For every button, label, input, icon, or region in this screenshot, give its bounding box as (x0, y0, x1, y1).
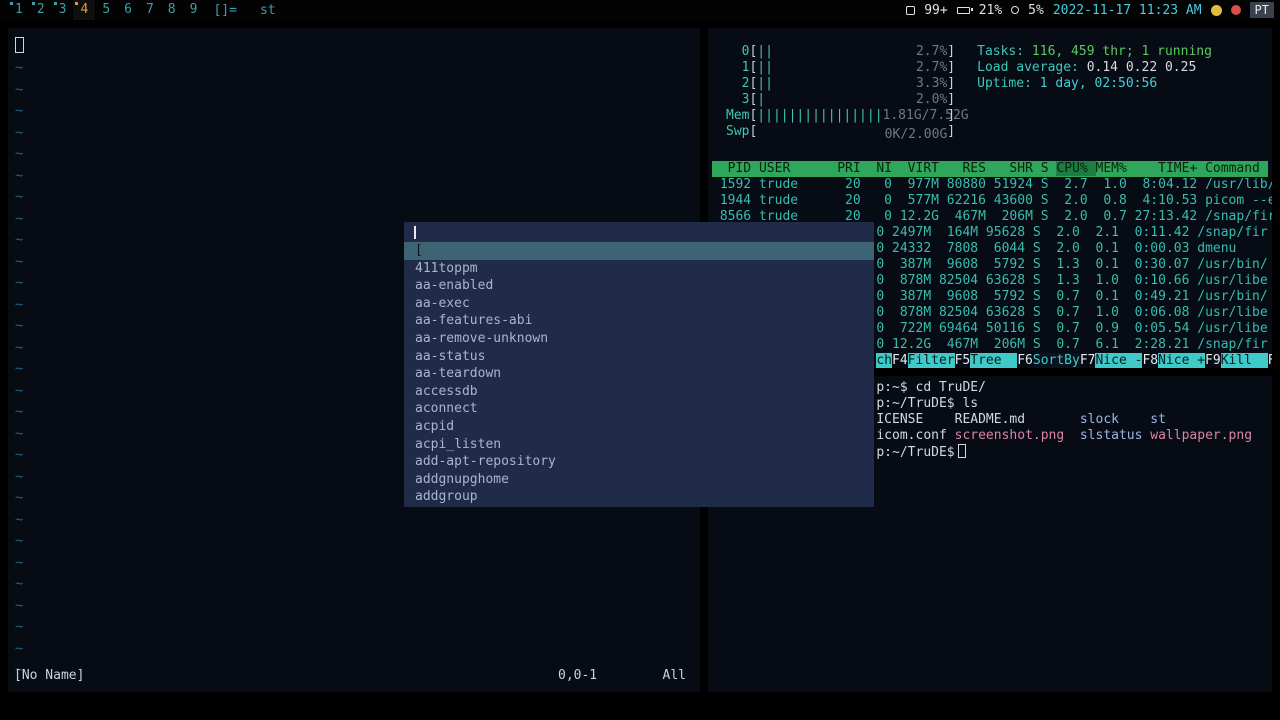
dmenu-launcher[interactable]: [ 411toppm aa-enabled aa-exec aa-feature… (404, 222, 874, 507)
dmenu-item[interactable]: aa-exec (404, 295, 874, 313)
dmenu-item[interactable]: add-apt-repository (404, 453, 874, 471)
vim-empty-buffer-tildes: ~ ~ ~ ~ ~ ~ ~ ~ ~ ~ ~ ~ ~ ~ ~ ~ ~ ~ ~ ~ … (15, 60, 24, 678)
shell-command-line: p:~$ cd TruDE/ (876, 380, 986, 395)
status-bar: 1 2 3 4 5 6 7 8 9 []= st 99+ 21% 5% 2022… (0, 0, 1280, 20)
tag-6[interactable]: 6 (117, 0, 139, 20)
gauge-icon (1011, 6, 1020, 14)
recording-icon[interactable] (1230, 5, 1241, 15)
shell-command-line: p:~/TruDE$ ls (876, 396, 979, 411)
clock: 2022-11-17 11:23 AM (1052, 2, 1202, 18)
fkey-search-fragment[interactable]: ch (876, 353, 892, 368)
focused-window-title: st (259, 2, 276, 18)
sort-column-cpu[interactable]: CPU% (1056, 161, 1096, 176)
process-row[interactable]: 0 387M 9608 5792 S 0.7 0.1 0:49.21 /usr/… (876, 289, 1268, 305)
fkey-tree[interactable]: Tree (970, 353, 1018, 368)
process-row[interactable]: 0 878M 82504 63628 S 1.3 1.0 0:10.66 /us… (876, 273, 1268, 289)
tag-7[interactable]: 7 (139, 0, 161, 20)
dmenu-item[interactable]: aconnect (404, 400, 874, 418)
htop-function-key-bar: ch F4 Filter F5 Tree F6 SortBy F7 Nice - F8 N… (876, 353, 1272, 368)
process-row[interactable]: 0 24332 7808 6044 S 2.0 0.1 0:00.03 dmen… (876, 241, 1268, 257)
tasks-line: Tasks: 116, 459 thr; 1 running (977, 44, 1212, 59)
dmenu-item[interactable]: addgroup (404, 488, 874, 506)
htop-summary: Tasks: 116, 459 thr; 1 running Load aver… (977, 44, 1212, 143)
htop-meters: 0[|| 2.7%] 1[|| 2.7%] 2[|| 3.3%] 3[| 2.0%] M… (712, 44, 1268, 143)
process-row[interactable]: 0 878M 82504 63628 S 0.7 1.0 0:06.08 /us… (876, 305, 1268, 321)
tag-4-active[interactable]: 4 (73, 0, 96, 20)
tag-5[interactable]: 5 (95, 0, 117, 20)
fkey-nice-plus[interactable]: Nice + (1158, 353, 1205, 368)
dmenu-item[interactable]: 411toppm (404, 260, 874, 278)
cpu-meter-2: 2[|| 3.3%] (741, 76, 956, 91)
swap-meter: Swp[0K/2.00G] (726, 124, 956, 142)
ls-output-line: ICENSE README.md slock st (876, 412, 1166, 427)
process-row[interactable]: 0 722M 69464 50116 S 0.7 0.9 0:05.54 /us… (876, 321, 1268, 337)
cpu-meter-3: 3[| 2.0%] (741, 92, 956, 107)
dmenu-item[interactable]: acpi_listen (404, 436, 874, 454)
tag-3[interactable]: 3 (52, 0, 74, 20)
load-average-line: Load average: 0.14 0.22 0.25 (977, 60, 1197, 75)
vim-statusline: [No Name] 0,0-1 All (8, 668, 700, 686)
vim-buffer-name: [No Name] (14, 668, 85, 683)
keyboard-layout-badge[interactable]: PT (1249, 2, 1274, 18)
process-row[interactable]: 0 12.2G 467M 206M S 0.7 6.1 2:28.21 /sna… (876, 337, 1268, 353)
dmenu-item[interactable]: aa-status (404, 348, 874, 366)
process-row[interactable]: 1944 trude 20 0 577M 62216 43600 S 2.0 0… (712, 193, 1272, 209)
dmenu-item[interactable]: aa-teardown (404, 365, 874, 383)
memory-meter: Mem[|||||||||||||||| 1.81G/7.52G] (726, 108, 969, 123)
volume-icon[interactable] (1210, 4, 1222, 16)
process-row[interactable]: 0 2497M 164M 95628 S 2.0 2.1 0:11.42 /sn… (876, 225, 1268, 241)
cpu-meter-0: 0[|| 2.7%] (741, 44, 956, 59)
process-row[interactable]: 1592 trude 20 0 977M 80880 51924 S 2.7 1… (712, 177, 1272, 193)
dmenu-item-selected[interactable]: [ (404, 242, 874, 260)
vim-cursor (15, 37, 24, 53)
process-row[interactable]: 0 387M 9608 5792 S 1.3 0.1 0:30.07 /usr/… (876, 257, 1268, 273)
tag-2[interactable]: 2 (30, 0, 52, 20)
tray-box-icon[interactable] (906, 5, 916, 15)
battery-icon (956, 6, 973, 14)
desktop: { "colors": { "accent_teal": "#3d9dae", … (0, 0, 1280, 720)
process-table-header[interactable]: PID USER PRI NI VIRT RES SHR S CPU% MEM%… (712, 161, 1268, 177)
tag-8[interactable]: 8 (161, 0, 183, 20)
usage-level: 5% (1028, 2, 1044, 18)
fkey-kill[interactable]: Kill (1220, 353, 1268, 368)
shell-prompt-line[interactable]: p:~/TruDE$ (876, 444, 1268, 461)
terminal-cursor (957, 444, 966, 458)
uptime-line: Uptime: 1 day, 02:50:56 (977, 76, 1158, 91)
vim-scroll-position: All (662, 668, 686, 683)
dmenu-item[interactable]: acpid (404, 418, 874, 436)
ls-output-line: icom.conf screenshot.png slstatus wallpaper… (876, 428, 1253, 443)
fkey-sortby[interactable]: SortBy (1032, 353, 1080, 368)
indicator-count: 99+ (924, 2, 948, 18)
cpu-meter-1: 1[|| 2.7%] (741, 60, 956, 75)
dmenu-text-cursor (414, 226, 416, 239)
battery-level: 21% (978, 2, 1003, 18)
tag-9[interactable]: 9 (183, 0, 205, 20)
dmenu-item[interactable]: addgnupghome (404, 471, 874, 489)
fkey-nice-minus[interactable]: Nice - (1095, 353, 1142, 368)
status-indicators: 99+ 21% 5% 2022-11-17 11:23 AM PT (906, 2, 1280, 18)
dmenu-item[interactable]: aa-remove-unknown (404, 330, 874, 348)
dmenu-item[interactable]: accessdb (404, 383, 874, 401)
fkey-filter[interactable]: Filter (907, 353, 955, 368)
dmenu-item[interactable]: aa-enabled (404, 277, 874, 295)
tag-1[interactable]: 1 (8, 0, 30, 20)
layout-indicator[interactable]: []= (204, 3, 245, 18)
dmenu-input[interactable] (404, 222, 874, 242)
dmenu-item[interactable]: aa-features-abi (404, 312, 874, 330)
vim-ruler: 0,0-1 (558, 668, 598, 683)
